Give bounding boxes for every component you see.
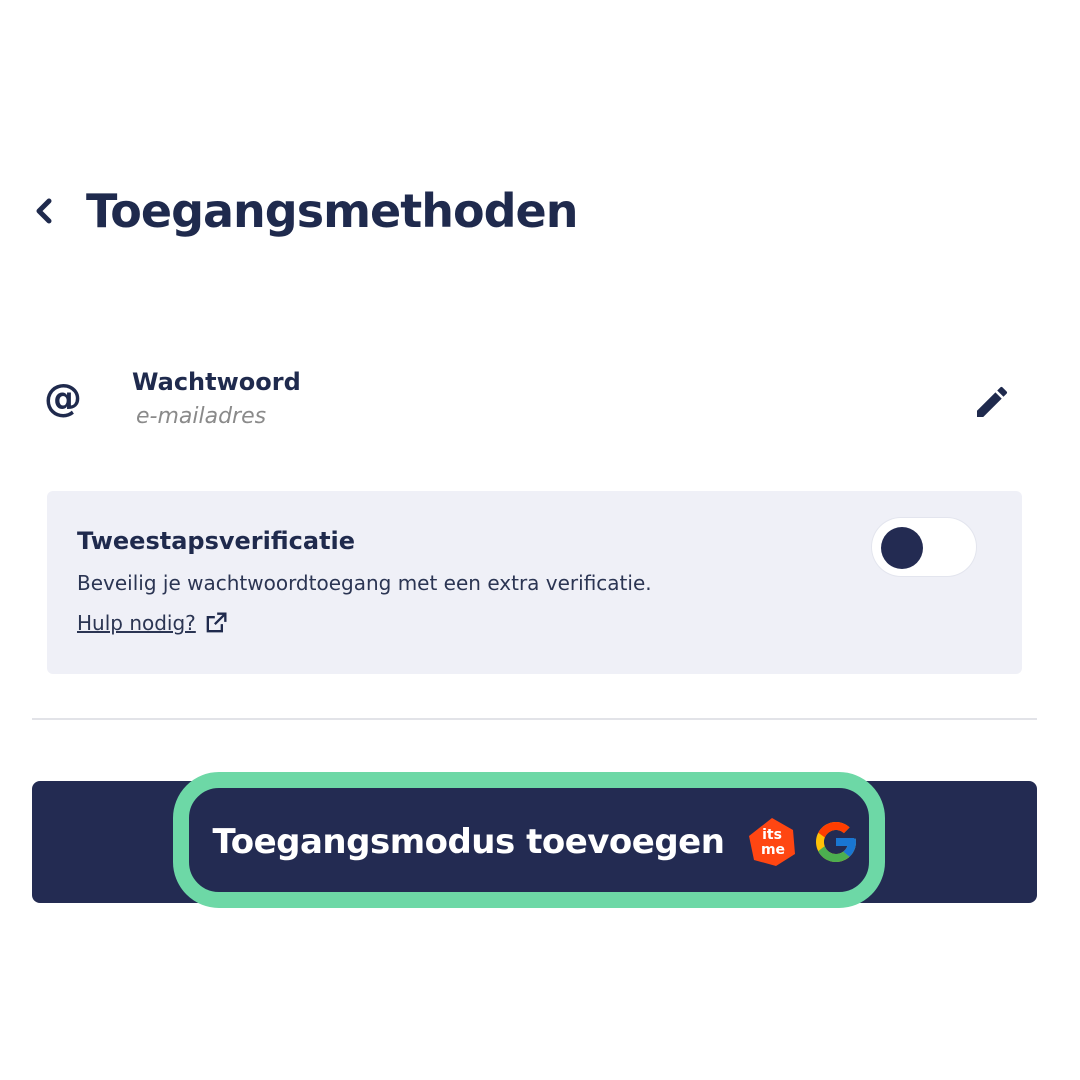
itsme-logo-icon: its me (749, 818, 796, 866)
help-link[interactable]: Hulp nodig? (77, 609, 230, 637)
method-title: Wachtwoord (132, 368, 301, 396)
svg-text:me: me (761, 842, 785, 858)
password-method-row: @ Wachtwoord e-mailadres (44, 364, 1024, 444)
edit-password-button[interactable] (972, 382, 1012, 422)
external-link-icon (206, 612, 227, 633)
divider (32, 718, 1037, 720)
two-factor-toggle[interactable] (872, 518, 976, 576)
toggle-knob (881, 527, 923, 569)
chevron-left-icon (36, 198, 52, 224)
help-link-label: Hulp nodig? (77, 611, 196, 635)
access-methods-page: Toegangsmethoden @ Wachtwoord e-mailadre… (0, 0, 1080, 1080)
google-logo-icon (816, 822, 857, 862)
two-factor-panel: Tweestapsverificatie Beveilig je wachtwo… (47, 491, 1022, 674)
add-button-content: Toegangsmodus toevoegen its me (32, 781, 1039, 903)
back-button[interactable] (30, 191, 58, 231)
add-button-label: Toegangsmodus toevoegen (212, 822, 725, 862)
add-access-mode-button[interactable]: Toegangsmodus toevoegen its me (32, 781, 1037, 903)
svg-text:its: its (763, 827, 783, 843)
page-header: Toegangsmethoden (30, 178, 578, 244)
pencil-icon (977, 386, 1008, 417)
method-subtitle: e-mailadres (136, 404, 267, 429)
page-title: Toegangsmethoden (86, 184, 578, 238)
two-factor-description: Beveilig je wachtwoordtoegang met een ex… (77, 571, 652, 595)
two-factor-title: Tweestapsverificatie (77, 527, 356, 555)
at-icon: @ (44, 376, 82, 420)
